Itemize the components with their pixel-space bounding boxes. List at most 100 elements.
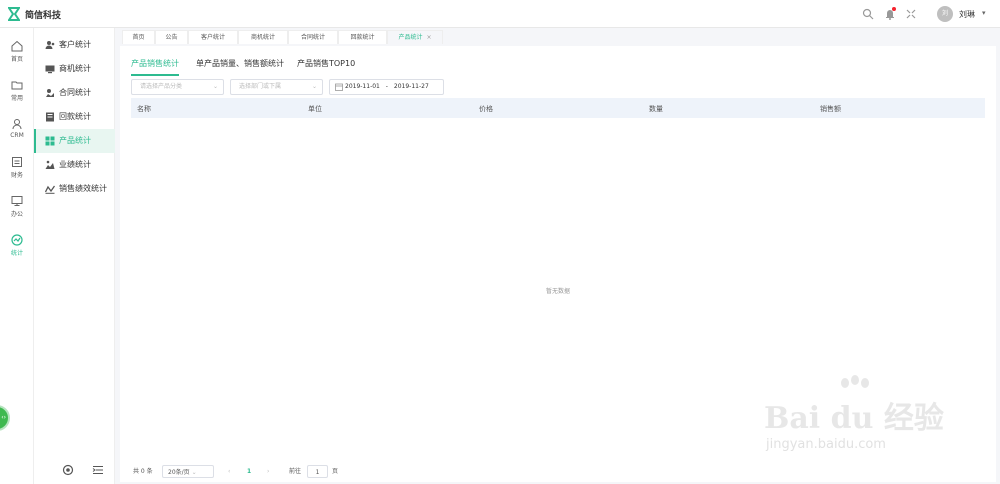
- department-select[interactable]: 选择部门或下属 ⌄: [230, 79, 323, 95]
- goto-label: 前往: [289, 468, 302, 475]
- column-header-price: 价格: [479, 105, 493, 113]
- page-suffix: 页: [332, 468, 339, 475]
- monitor-icon: [11, 196, 23, 206]
- avatar[interactable]: 刘: [937, 6, 953, 22]
- tab-product-stats[interactable]: 产品统计 ×: [387, 30, 443, 44]
- product-icon: [45, 136, 55, 146]
- search-icon[interactable]: [862, 8, 874, 20]
- submenu-label: 合同统计: [59, 88, 91, 97]
- contract-icon: [46, 89, 54, 97]
- chevron-down-icon: ⌄: [191, 469, 197, 476]
- total-count: 共 0 条: [133, 468, 153, 475]
- notification-dot: [892, 7, 896, 11]
- rail-item-finance[interactable]: 财务: [0, 156, 34, 192]
- submenu-label: 客户统计: [59, 40, 91, 49]
- watermark-text: Bai du 经验: [764, 401, 944, 436]
- rail-label: 统计: [10, 250, 23, 257]
- tab-payment-stats[interactable]: 回款统计: [338, 30, 387, 44]
- app-logo-icon: [8, 7, 20, 21]
- tab-opportunity-stats[interactable]: 商机统计: [238, 30, 288, 44]
- date-range-picker[interactable]: 2019-11-01 - 2019-11-27: [329, 79, 444, 95]
- chevron-down-icon: ⌄: [212, 83, 218, 90]
- sales-performance-icon: [45, 185, 55, 194]
- collapse-menu-icon[interactable]: [92, 464, 104, 476]
- subtab-single-product-stats[interactable]: 单产品销量、销售额统计: [196, 58, 284, 76]
- submenu-label: 回款统计: [59, 112, 91, 121]
- user-name[interactable]: 刘琳: [959, 9, 975, 20]
- baidu-jingyan-watermark: Bai du 经验 jingyan.baidu.com: [760, 375, 975, 465]
- tab-customer-stats[interactable]: 客户统计: [188, 30, 238, 44]
- rail-item-crm[interactable]: CRM: [0, 118, 34, 154]
- subtab-product-sales-stats[interactable]: 产品销售统计: [131, 58, 179, 76]
- rail-label: 首页: [10, 56, 23, 63]
- rail-label: 财务: [10, 172, 23, 179]
- submenu-item-contract-stats[interactable]: 合同统计: [34, 81, 115, 105]
- user-dropdown-icon[interactable]: ▾: [982, 9, 986, 17]
- next-page-icon[interactable]: ›: [267, 465, 269, 478]
- tab-home[interactable]: 首页: [122, 30, 155, 44]
- finance-icon: [12, 157, 22, 167]
- bell-icon[interactable]: [884, 7, 896, 20]
- page-size-select[interactable]: 20条/页 ⌄: [162, 465, 214, 478]
- fullscreen-icon[interactable]: [905, 8, 917, 20]
- tab-label: 商机统计: [250, 34, 275, 41]
- tab-label: 合同统计: [300, 34, 325, 41]
- rail-item-stats[interactable]: 统计: [0, 234, 34, 270]
- submenu-item-performance-stats[interactable]: 业绩统计: [34, 153, 115, 177]
- tab-label: 公告: [165, 34, 178, 41]
- page-tab-bar: 首页 公告 客户统计 商机统计 合同统计 回款统计 产品统计 ×: [120, 28, 1000, 44]
- submenu-item-sales-performance-stats[interactable]: 销售绩效统计: [34, 177, 115, 201]
- share-icon: ‹›: [1, 414, 6, 421]
- settings-icon[interactable]: [62, 464, 74, 476]
- column-header-name: 名称: [137, 105, 151, 113]
- date-start: 2019-11-01: [345, 83, 380, 90]
- tab-label: 回款统计: [350, 34, 375, 41]
- column-header-unit: 单位: [308, 105, 322, 113]
- rail-label: CRM: [10, 132, 24, 139]
- folder-icon: [11, 81, 23, 90]
- submenu-item-product-stats[interactable]: 产品统计: [34, 129, 115, 153]
- submenu-item-customer-stats[interactable]: 客户统计: [34, 33, 115, 57]
- tab-contract-stats[interactable]: 合同统计: [288, 30, 338, 44]
- top-bar: 简信科技 刘 刘琳 ▾: [0, 0, 1000, 28]
- rail-label: 办公: [10, 211, 23, 218]
- page-number-current[interactable]: 1: [247, 465, 251, 478]
- column-header-quantity: 数量: [649, 105, 663, 113]
- tab-label: 客户统计: [200, 34, 225, 41]
- submenu-item-payment-stats[interactable]: 回款统计: [34, 105, 115, 129]
- tab-label: 首页: [132, 34, 145, 41]
- payment-icon: [46, 112, 54, 122]
- date-separator: -: [385, 83, 388, 90]
- tab-close-icon[interactable]: ×: [426, 34, 431, 41]
- subtab-label: 产品销售TOP10: [297, 59, 356, 68]
- performance-icon: [45, 160, 55, 169]
- tab-label: 产品统计: [398, 34, 423, 41]
- table-header: 名称 单位 价格 数量 销售额: [131, 98, 985, 118]
- watermark-url: jingyan.baidu.com: [766, 437, 886, 452]
- category-placeholder: 请选择产品分类: [140, 83, 183, 90]
- customer-icon: [45, 41, 55, 49]
- home-icon: [11, 40, 23, 52]
- submenu-label: 产品统计: [59, 136, 91, 145]
- rail-label: 常用: [10, 95, 23, 102]
- submenu-item-opportunity-stats[interactable]: 商机统计: [34, 57, 115, 81]
- column-header-sales-amount: 销售额: [820, 105, 841, 113]
- chevron-down-icon: ⌄: [311, 83, 317, 90]
- goto-page-input[interactable]: 1: [307, 465, 328, 478]
- stats-submenu: 客户统计 商机统计 合同统计 回款统计 产品统计 业绩统计 销售绩效统计: [34, 28, 115, 484]
- tab-announcement[interactable]: 公告: [155, 30, 188, 44]
- prev-page-icon[interactable]: ‹: [228, 465, 230, 478]
- crm-icon: [12, 119, 22, 130]
- rail-item-home[interactable]: 首页: [0, 40, 34, 76]
- rail-item-common[interactable]: 常用: [0, 79, 34, 115]
- rail-item-office[interactable]: 办公: [0, 195, 34, 231]
- calendar-icon: [335, 83, 343, 91]
- submenu-label: 销售绩效统计: [59, 184, 107, 193]
- app-title: 简信科技: [25, 11, 62, 21]
- subtab-label: 产品销售统计: [131, 59, 179, 68]
- page-size-value: 20条/页: [168, 469, 190, 476]
- product-category-select[interactable]: 请选择产品分类 ⌄: [131, 79, 224, 95]
- department-placeholder: 选择部门或下属: [239, 83, 282, 90]
- subtab-product-top10[interactable]: 产品销售TOP10: [297, 58, 355, 76]
- pagination: 共 0 条 20条/页 ⌄ ‹ 1 › 前往 1 页: [120, 463, 996, 479]
